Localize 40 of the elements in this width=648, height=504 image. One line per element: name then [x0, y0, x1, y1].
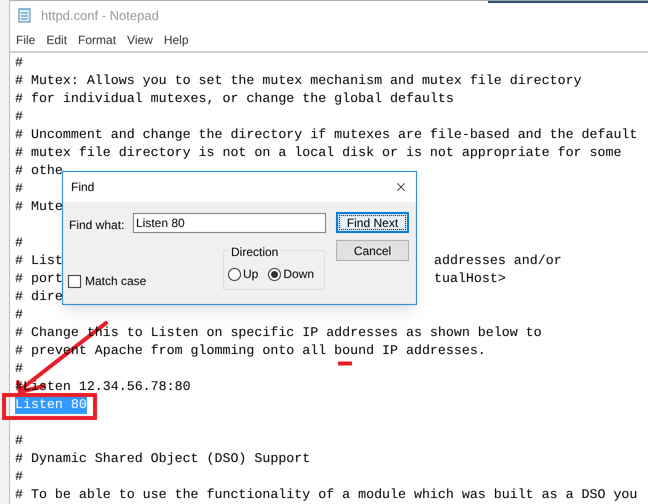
text-line: # — [15, 54, 23, 72]
match-case-option[interactable]: Match case — [68, 272, 146, 290]
text-line: # Mute — [15, 198, 63, 216]
text-line: # — [15, 432, 23, 450]
text-line: # port — [15, 270, 63, 288]
text-line: # List — [15, 252, 63, 270]
dialog-button[interactable]: Find Next — [336, 212, 409, 233]
text-line: # Mutex: Allows you to set the mutex mechanism and mutex file directory — [15, 72, 582, 90]
notepad-icon — [17, 7, 33, 24]
radio-option[interactable]: Down — [268, 265, 314, 283]
menu-item[interactable]: File — [11, 31, 40, 50]
menu-item[interactable]: Edit — [41, 31, 72, 50]
text-line: # — [15, 468, 23, 486]
find-label: Find what: — [69, 217, 124, 234]
text-line: # Dynamic Shared Object (DSO) Support — [15, 450, 310, 468]
text-line: # To be able to use the functionality of a module which was built as a DSO you — [15, 486, 638, 504]
dialog-title: Find — [71, 179, 94, 196]
text-line: # — [15, 108, 23, 126]
text-line: addresses and/or — [434, 252, 562, 270]
text-line: # Uncomment and change the directory if mutexes are file-based and the default — [15, 126, 638, 144]
text-line: # mutex file directory is not on a local disk or is not appropriate for some — [15, 144, 622, 162]
window-title: httpd.conf - Notepad — [41, 6, 159, 25]
text-line: # — [15, 234, 23, 252]
scribble-mark — [338, 361, 352, 366]
text-line: # othe — [15, 162, 63, 180]
find-field[interactable]: Listen 80 — [133, 213, 326, 233]
text-line: # — [15, 180, 23, 198]
text-line: # for individual mutexes, or change the global defaults — [15, 90, 454, 108]
text-line: # — [15, 360, 23, 378]
dialog-button[interactable]: Cancel — [336, 240, 409, 261]
checkbox[interactable] — [68, 274, 81, 288]
menu-item[interactable]: Help — [158, 31, 194, 50]
menu-item[interactable]: View — [122, 31, 158, 50]
text-line: # — [15, 306, 23, 324]
text-line: tualHost> — [434, 270, 506, 288]
menu-item[interactable]: Format — [73, 31, 122, 50]
radio-button[interactable] — [228, 268, 241, 280]
radio-option[interactable]: Up — [228, 265, 258, 283]
radio-button[interactable] — [268, 268, 282, 280]
text-line: # dire — [15, 288, 63, 306]
